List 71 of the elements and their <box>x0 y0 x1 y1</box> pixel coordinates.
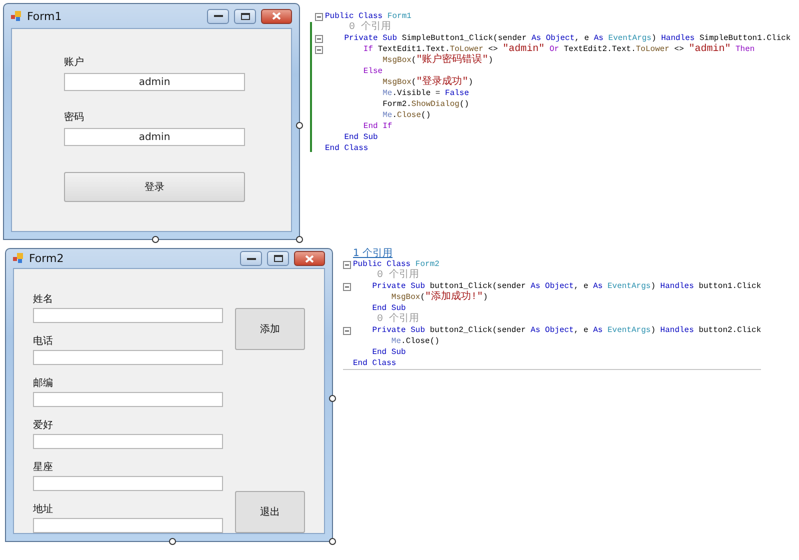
close-button[interactable] <box>294 251 325 266</box>
code-line: Private Sub SimpleButton1_Click(sender As Object, e As EventArgs) Handles SimpleButton1.Click <box>343 33 791 44</box>
code-line: End Class <box>353 358 396 369</box>
field-label: 密码 <box>64 111 85 124</box>
code-line: End Class <box>325 143 368 154</box>
maximize-icon <box>274 255 282 262</box>
minimize-icon <box>246 256 256 260</box>
app-icon <box>11 10 22 22</box>
resize-handle[interactable] <box>329 395 336 402</box>
minimize-button[interactable] <box>207 8 229 24</box>
text-field[interactable] <box>33 518 223 533</box>
maximize-button[interactable] <box>267 251 289 266</box>
code-line: Public Class Form2 <box>353 259 440 269</box>
code-line: 0 个引用 <box>348 22 392 33</box>
code-line: End Sub <box>371 303 406 313</box>
collapse-icon[interactable] <box>343 326 351 334</box>
text-field[interactable] <box>33 308 223 323</box>
minimize-icon <box>214 14 222 18</box>
resize-handle[interactable] <box>329 538 336 545</box>
collapse-icon[interactable] <box>315 12 323 20</box>
code-line: Private Sub button1_Click(sender As Object, e As EventArgs) Handles button1.Click <box>371 281 762 291</box>
close-icon <box>272 12 281 20</box>
text-field[interactable] <box>33 392 223 407</box>
collapse-icon[interactable] <box>315 46 323 54</box>
action-button[interactable]: 退出 <box>235 491 305 533</box>
code-line: Me.Close() <box>390 336 440 347</box>
field-label: 爱好 <box>33 419 54 432</box>
minimize-button[interactable] <box>240 251 262 266</box>
collapse-icon[interactable] <box>343 282 351 290</box>
text-field[interactable]: admin <box>64 128 245 146</box>
resize-handle[interactable] <box>169 538 176 545</box>
close-button[interactable] <box>261 8 292 24</box>
code-line: MsgBox("登录成功") <box>382 77 474 88</box>
code-line: If TextEdit1.Text.ToLower <> "admin" Or TextEdit2.Text.ToLower <> "admin" Then <box>362 44 755 55</box>
code-line: End Sub <box>371 347 406 358</box>
text-field[interactable] <box>33 350 223 365</box>
field-label: 地址 <box>33 503 54 516</box>
field-label: 星座 <box>33 461 54 474</box>
code-line: Public Class Form1 <box>325 11 412 21</box>
maximize-button[interactable] <box>234 8 256 24</box>
code-line: End If <box>362 121 392 132</box>
code-line: Me.Close() <box>382 110 431 121</box>
code-line: MsgBox("添加成功!") <box>390 292 488 303</box>
action-button[interactable]: 添加 <box>235 308 305 350</box>
close-icon <box>305 254 314 262</box>
collapse-icon[interactable] <box>343 260 351 268</box>
field-label: 账户 <box>64 56 85 69</box>
resize-handle[interactable] <box>296 236 303 243</box>
text-field[interactable] <box>33 476 223 491</box>
code-line: Form2.ShowDialog() <box>382 99 470 110</box>
text-field[interactable]: admin <box>64 73 245 91</box>
code-line: Else <box>362 66 383 77</box>
code-line: 0 个引用 <box>376 314 420 325</box>
resize-handle[interactable] <box>152 236 158 243</box>
reference-link[interactable]: 1 个引用 <box>353 248 762 259</box>
field-label: 邮编 <box>33 377 54 390</box>
code-line: End Sub <box>343 132 378 143</box>
login-button[interactable]: 登录 <box>64 172 245 202</box>
app-icon <box>13 253 24 264</box>
code-line: MsgBox("账户密码错误") <box>382 55 494 66</box>
code-line: 0 个引用 <box>376 270 420 281</box>
maximize-icon <box>240 12 250 20</box>
field-label: 姓名 <box>33 293 54 306</box>
window-title: Form2 <box>29 252 65 265</box>
resize-handle[interactable] <box>296 122 303 128</box>
text-field[interactable] <box>33 434 223 449</box>
collapse-icon[interactable] <box>315 34 323 42</box>
code-line: Me.Visible = False <box>382 88 470 99</box>
field-label: 电话 <box>33 335 54 348</box>
window-title: Form1 <box>27 10 63 22</box>
code-line: Private Sub button2_Click(sender As Object, e As EventArgs) Handles button2.Click <box>371 325 762 336</box>
